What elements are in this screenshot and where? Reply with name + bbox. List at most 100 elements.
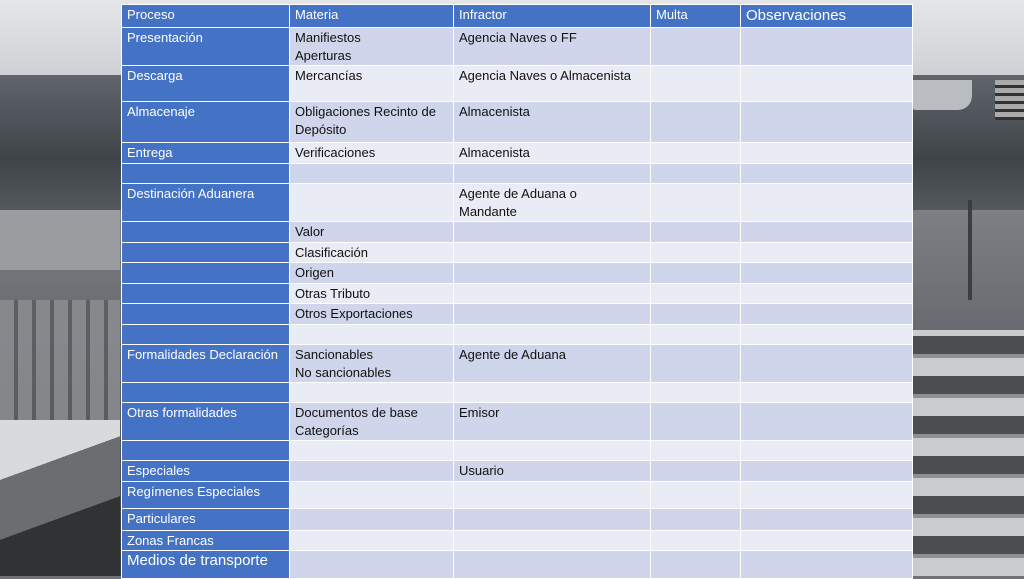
cell-proceso: Presentación: [121, 27, 290, 66]
cell-materia: [289, 460, 454, 482]
infractions-table: Proceso Materia Infractor Multa Observac…: [121, 4, 913, 579]
table-header-row: Proceso Materia Infractor Multa Observac…: [121, 4, 913, 28]
cell-multa: [650, 262, 741, 284]
cell-infractor: [453, 382, 651, 403]
cell-observaciones: [740, 303, 913, 325]
cell-proceso: Particulares: [121, 508, 290, 531]
cell-infractor: [453, 530, 651, 551]
cell-infractor: [453, 440, 651, 461]
cell-multa: [650, 508, 741, 531]
cell-materia: [289, 550, 454, 579]
cell-infractor: [453, 550, 651, 579]
table-row: [121, 382, 913, 403]
cell-observaciones: [740, 440, 913, 461]
cell-multa: [650, 382, 741, 403]
cell-materia-line: Sancionables: [295, 347, 374, 362]
cell-infractor: Agencia Naves o Almacenista: [453, 65, 651, 102]
cell-observaciones: [740, 183, 913, 222]
cell-infractor: [453, 324, 651, 345]
table-row: Particulares: [121, 508, 913, 531]
cell-materia: [289, 530, 454, 551]
cell-materia: Manifiestos Aperturas: [289, 27, 454, 66]
cell-materia-line: Obligaciones Recinto de: [295, 104, 436, 119]
cell-observaciones: [740, 382, 913, 403]
cell-multa: [650, 27, 741, 66]
cell-multa: [650, 481, 741, 509]
cell-multa: [650, 402, 741, 441]
cell-multa: [650, 65, 741, 102]
cell-materia-line: Otras Tributo: [295, 286, 371, 301]
cell-multa: [650, 530, 741, 551]
cell-materia: Otras Tributo: [289, 283, 454, 304]
cell-multa: [650, 183, 741, 222]
cell-infractor-line: Agencia Naves o FF: [459, 30, 577, 45]
header-materia: Materia: [289, 4, 454, 28]
table-row: Almacenaje Obligaciones Recinto de Depósit…: [121, 101, 913, 143]
table-row: Presentación Manifiestos Aperturas Agencia …: [121, 27, 913, 66]
cell-multa: [650, 163, 741, 184]
cell-multa: [650, 550, 741, 579]
header-proceso: Proceso: [121, 4, 290, 28]
cell-materia-line: Documentos de base: [295, 405, 418, 420]
cell-materia-line: Categorías: [295, 423, 359, 438]
cell-infractor: [453, 303, 651, 325]
cell-materia-line: No sancionables: [295, 365, 392, 380]
cell-infractor: [453, 163, 651, 184]
table-row: Clasificación: [121, 242, 913, 263]
cell-proceso: [121, 382, 290, 403]
cell-proceso: [121, 242, 290, 263]
table-row: Otras Tributo: [121, 283, 913, 304]
cell-materia-line: Origen: [295, 265, 335, 280]
cell-multa: [650, 303, 741, 325]
cell-materia-line: Clasificación: [295, 245, 368, 260]
cell-proceso: [121, 324, 290, 345]
cell-infractor: [453, 481, 651, 509]
header-observaciones: Observaciones: [740, 4, 913, 28]
cell-observaciones: [740, 163, 913, 184]
cell-multa: [650, 221, 741, 243]
cell-proceso: Destinación Aduanera: [121, 183, 290, 222]
cell-infractor: Usuario: [453, 460, 651, 482]
cell-proceso: [121, 262, 290, 284]
cell-observaciones: [740, 242, 913, 263]
cell-materia: Mercancías: [289, 65, 454, 102]
cell-infractor-line: Mandante: [459, 204, 517, 219]
cell-multa: [650, 344, 741, 383]
table-row: Destinación Aduanera Agente de Aduana o Ma…: [121, 183, 913, 222]
cell-proceso: [121, 440, 290, 461]
cell-materia: [289, 324, 454, 345]
table-row: Valor: [121, 221, 913, 243]
cell-materia: [289, 382, 454, 403]
cell-materia-line: Manifiestos: [295, 30, 361, 45]
table-row: Entrega Verificaciones Almacenista: [121, 142, 913, 164]
cell-materia: [289, 481, 454, 509]
cell-infractor: [453, 221, 651, 243]
cell-infractor-line: Agente de Aduana: [459, 347, 566, 362]
cell-observaciones: [740, 283, 913, 304]
cell-proceso: [121, 221, 290, 243]
table-row: Medios de transporte: [121, 550, 913, 579]
table-row: [121, 163, 913, 184]
cell-materia: Sancionables No sancionables: [289, 344, 454, 383]
cell-materia: Valor: [289, 221, 454, 243]
cell-infractor-line: Emisor: [459, 405, 500, 420]
cell-multa: [650, 142, 741, 164]
cell-observaciones: [740, 101, 913, 143]
cell-infractor-line: Almacenista: [459, 145, 530, 160]
cell-observaciones: [740, 530, 913, 551]
cell-infractor: Agencia Naves o FF: [453, 27, 651, 66]
table-row: [121, 324, 913, 345]
cell-materia-line: Aperturas: [295, 48, 352, 63]
cell-observaciones: [740, 142, 913, 164]
cell-materia: Obligaciones Recinto de Depósito: [289, 101, 454, 143]
table-row: Regímenes Especiales: [121, 481, 913, 509]
cell-materia: Verificaciones: [289, 142, 454, 164]
cell-materia-line: Depósito: [295, 122, 347, 137]
cell-observaciones: [740, 481, 913, 509]
cell-materia: [289, 163, 454, 184]
cell-proceso: Almacenaje: [121, 101, 290, 143]
cell-materia: Otros Exportaciones: [289, 303, 454, 325]
cell-infractor: [453, 242, 651, 263]
header-multa: Multa: [650, 4, 741, 28]
cell-observaciones: [740, 508, 913, 531]
